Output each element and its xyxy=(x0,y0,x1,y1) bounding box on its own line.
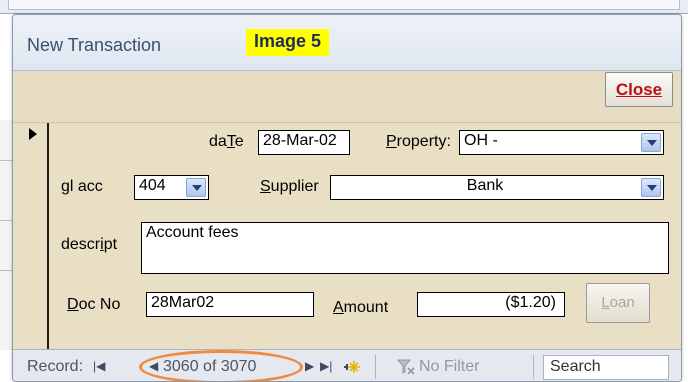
doc-no-field[interactable]: 28Mar02 xyxy=(146,292,314,317)
record-navigation-bar: Record: |◀ ◀ 3060 of 3070 ▶ ▶| No Filter… xyxy=(13,349,681,381)
search-input[interactable]: Search xyxy=(543,355,669,380)
record-label: Record: xyxy=(27,358,84,375)
dropdown-arrow-icon[interactable] xyxy=(641,133,661,152)
form-title-bar: New Transaction Image 5 xyxy=(13,15,681,71)
supplier-label: Supplier xyxy=(260,178,319,195)
description-label: descript xyxy=(61,236,118,253)
amount-field[interactable]: ($1.20) xyxy=(417,292,565,317)
new-record-icon[interactable] xyxy=(342,358,360,376)
no-filter-label[interactable]: No Filter xyxy=(419,358,479,376)
supplier-combo[interactable]: Bank xyxy=(330,175,664,200)
last-record-icon[interactable]: ▶| xyxy=(320,359,332,373)
gl-account-combo[interactable]: 404 xyxy=(134,175,209,200)
close-button-label: Close xyxy=(615,80,663,99)
property-label: Property: xyxy=(386,133,451,150)
first-record-icon[interactable]: |◀ xyxy=(93,359,105,373)
gl-account-value: 404 xyxy=(139,177,166,194)
doc-no-label: Doc No xyxy=(67,296,121,313)
loan-button[interactable]: Loan xyxy=(586,283,650,323)
gl-account-label: gl acc xyxy=(61,178,103,195)
nav-divider xyxy=(375,355,376,379)
form-title: New Transaction xyxy=(27,35,162,55)
new-transaction-form: New Transaction Image 5 Close daTe 28-Ma… xyxy=(12,14,682,382)
date-label: daTe xyxy=(209,133,244,150)
image-label-badge: Image 5 xyxy=(246,29,330,56)
background-window-frame xyxy=(8,0,680,10)
next-record-icon[interactable]: ▶ xyxy=(305,359,314,373)
form-detail-section: daTe 28-Mar-02 Property: OH - gl acc 404… xyxy=(13,123,681,349)
nav-divider xyxy=(533,355,534,379)
property-combo[interactable]: OH - xyxy=(459,130,664,155)
record-selector-arrow-icon xyxy=(29,128,37,140)
dropdown-arrow-icon[interactable] xyxy=(186,178,206,197)
close-button[interactable]: Close xyxy=(605,72,673,107)
dropdown-arrow-icon[interactable] xyxy=(641,178,661,197)
date-field[interactable]: 28-Mar-02 xyxy=(258,130,350,155)
record-selector[interactable] xyxy=(13,123,49,349)
supplier-value: Bank xyxy=(466,177,504,194)
filter-icon xyxy=(397,359,415,375)
screenshot-root: New Transaction Image 5 Close daTe 28-Ma… xyxy=(0,0,688,382)
form-header: Close xyxy=(13,71,681,123)
amount-label: Amount xyxy=(333,299,389,316)
background-window-edge xyxy=(0,0,688,14)
property-value: OH - xyxy=(464,132,498,149)
record-position-highlight xyxy=(139,350,303,381)
description-field[interactable]: Account fees xyxy=(141,222,669,274)
